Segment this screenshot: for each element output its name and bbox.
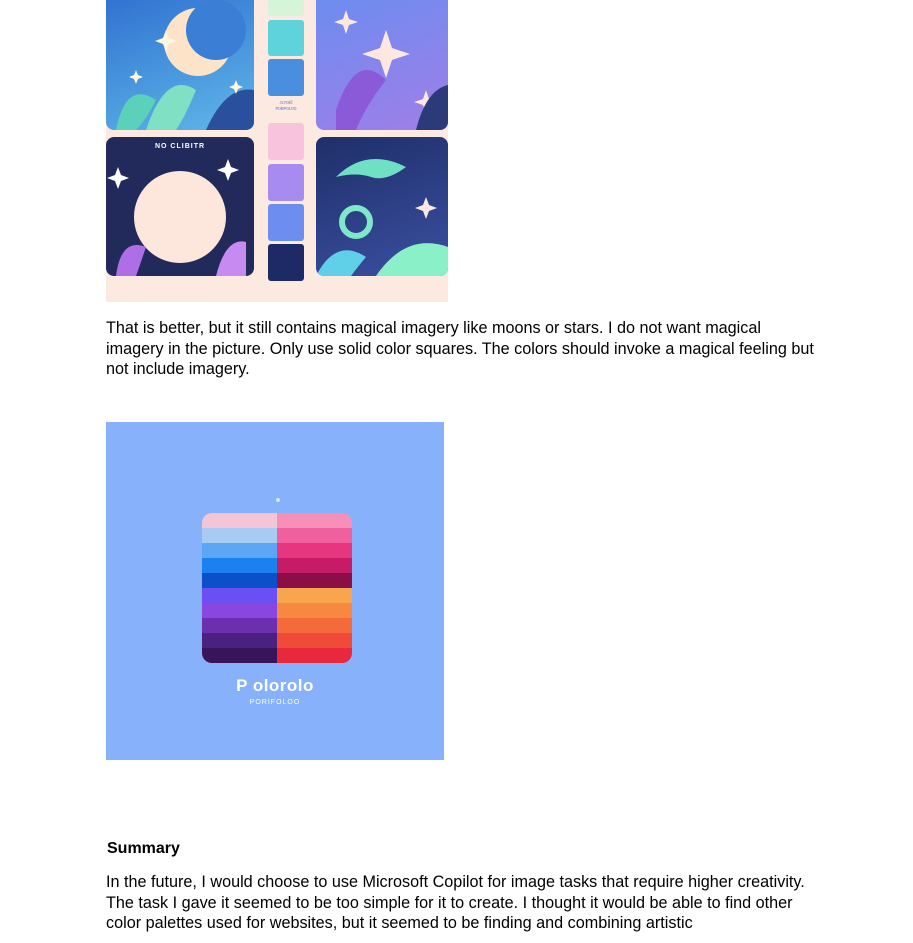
generated-image-magical-palette: NO CLIBITR ᴊʟʏᴏᴇl ᴘᴏʀᴘᴏʟᴏᴏ bbox=[106, 0, 448, 302]
color-column-left bbox=[202, 513, 277, 663]
swatch-5 bbox=[268, 164, 304, 201]
color-band bbox=[202, 648, 277, 663]
swatch-6 bbox=[268, 204, 304, 241]
color-band bbox=[202, 603, 277, 618]
color-band bbox=[277, 633, 352, 648]
color-band bbox=[202, 558, 277, 573]
color-column-right bbox=[277, 513, 352, 663]
generated-image-color-squares: P olorolo PORIFOLOO bbox=[106, 422, 444, 760]
color-band bbox=[202, 543, 277, 558]
swirl-tile bbox=[316, 137, 448, 276]
color-band bbox=[202, 588, 277, 603]
swatch-1 bbox=[268, 0, 304, 16]
color-band bbox=[277, 558, 352, 573]
swatch-7 bbox=[268, 244, 304, 281]
color-band bbox=[277, 513, 352, 528]
swatch-caption-line-2: ᴘᴏʀᴘᴏʟᴏᴏ bbox=[275, 106, 297, 112]
color-band bbox=[277, 618, 352, 633]
color-band bbox=[202, 573, 277, 588]
color-band bbox=[202, 513, 277, 528]
summary-paragraph: In the future, I would choose to use Mic… bbox=[106, 873, 805, 932]
color-band bbox=[277, 588, 352, 603]
color-band bbox=[202, 633, 277, 648]
moon-illustration bbox=[116, 0, 254, 130]
moon-tile bbox=[106, 0, 254, 130]
swatch-2 bbox=[268, 20, 304, 56]
color-band bbox=[202, 618, 277, 633]
swatch-4 bbox=[268, 123, 304, 160]
stars-illustration bbox=[334, 10, 448, 130]
swatch-caption: ᴊʟʏᴏᴇl ᴘᴏʀᴘᴏʟᴏᴏ bbox=[266, 100, 306, 112]
logo-title: P olorolo bbox=[236, 676, 314, 695]
feedback-paragraph: That is better, but it still contains ma… bbox=[106, 319, 814, 378]
color-band bbox=[277, 543, 352, 558]
orb-illustration bbox=[107, 159, 246, 276]
color-band bbox=[277, 528, 352, 543]
color-grid bbox=[202, 513, 352, 663]
logo-subtitle: PORIFOLOO bbox=[249, 699, 301, 706]
swirl-illustration bbox=[316, 159, 448, 276]
orb-tile-text: NO CLIBITR bbox=[154, 143, 206, 150]
orb-tile: NO CLIBITR bbox=[106, 137, 254, 276]
swatch-3 bbox=[268, 59, 304, 96]
dot-mark bbox=[276, 498, 280, 502]
stars-tile bbox=[316, 0, 448, 130]
color-band bbox=[277, 603, 352, 618]
color-band bbox=[277, 573, 352, 588]
color-band bbox=[277, 648, 352, 663]
summary-heading: Summary bbox=[107, 840, 180, 857]
color-band bbox=[202, 528, 277, 543]
